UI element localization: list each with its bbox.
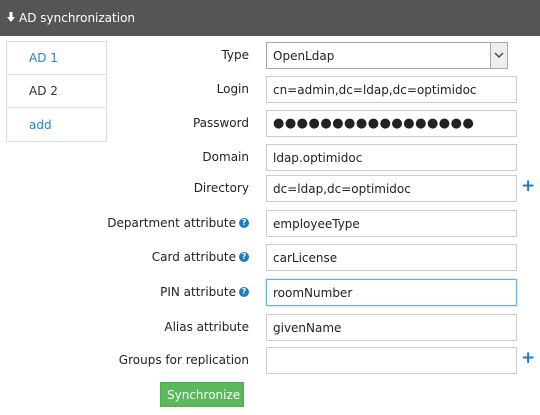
pin-attribute-row: PIN attribute? bbox=[0, 279, 540, 306]
groups-for-replication-label: Groups for replication bbox=[118, 353, 249, 367]
help-icon[interactable]: ? bbox=[239, 217, 249, 228]
domain-input[interactable] bbox=[266, 144, 517, 171]
type-select[interactable]: OpenLdap bbox=[266, 42, 508, 69]
directory-input[interactable] bbox=[266, 175, 517, 202]
domain-label: Domain bbox=[202, 150, 249, 164]
login-input[interactable] bbox=[266, 76, 517, 103]
card-attribute-label-wrap: Card attribute? bbox=[152, 244, 249, 271]
section-title: AD synchronization bbox=[19, 11, 136, 25]
groups-for-replication-row: Groups for replication + bbox=[0, 347, 540, 374]
department-attribute-label-wrap: Department attribute? bbox=[107, 210, 249, 237]
directory-label: Directory bbox=[193, 181, 249, 195]
alias-attribute-label: Alias attribute bbox=[164, 320, 249, 334]
directory-row: Directory + bbox=[0, 175, 540, 202]
section-header[interactable]: AD synchronization bbox=[0, 0, 540, 36]
chevron-down-icon[interactable] bbox=[490, 42, 508, 69]
department-attribute-label: Department attribute bbox=[107, 216, 236, 230]
alias-attribute-input[interactable] bbox=[266, 314, 517, 341]
type-select-value: OpenLdap bbox=[273, 48, 335, 63]
synchronize-button[interactable]: Synchronize bbox=[160, 382, 244, 407]
login-row: Login bbox=[0, 76, 540, 103]
password-row: Password bbox=[0, 110, 540, 137]
domain-row: Domain bbox=[0, 144, 540, 171]
add-directory-icon[interactable]: + bbox=[521, 178, 535, 195]
pin-attribute-label: PIN attribute bbox=[160, 285, 236, 299]
alias-attribute-row: Alias attribute bbox=[0, 314, 540, 341]
arrow-down-icon bbox=[6, 11, 16, 26]
login-label: Login bbox=[216, 82, 249, 96]
groups-for-replication-input[interactable] bbox=[266, 347, 517, 374]
password-label: Password bbox=[192, 116, 249, 130]
help-icon[interactable]: ? bbox=[239, 251, 249, 262]
password-input[interactable] bbox=[266, 110, 517, 137]
card-attribute-input[interactable] bbox=[266, 244, 517, 271]
add-group-icon[interactable]: + bbox=[521, 350, 535, 367]
pin-attribute-input[interactable] bbox=[266, 279, 517, 306]
card-attribute-row: Card attribute? bbox=[0, 244, 540, 271]
pin-attribute-label-wrap: PIN attribute? bbox=[160, 279, 249, 306]
card-attribute-label: Card attribute bbox=[151, 250, 236, 264]
type-row: Type OpenLdap bbox=[0, 42, 540, 69]
type-label: Type bbox=[221, 48, 249, 62]
department-attribute-input[interactable] bbox=[266, 210, 517, 237]
department-attribute-row: Department attribute? bbox=[0, 210, 540, 237]
help-icon[interactable]: ? bbox=[239, 286, 249, 297]
